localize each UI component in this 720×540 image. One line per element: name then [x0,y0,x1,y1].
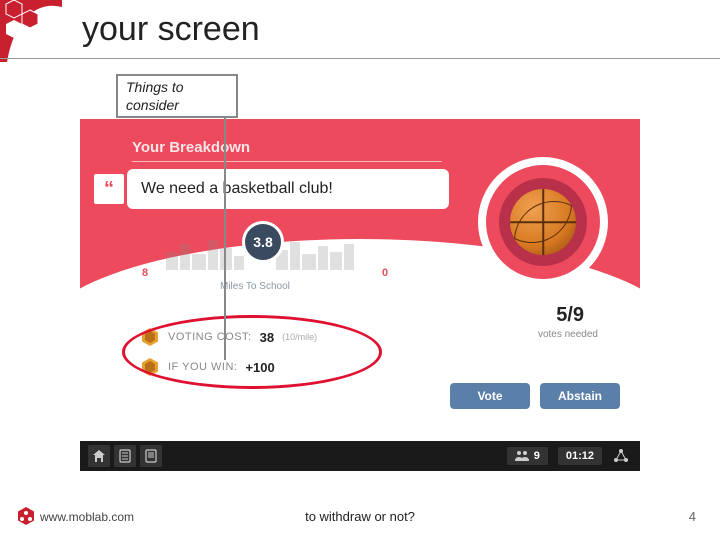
game-bottom-bar: 9 01:12 [80,441,640,471]
footer-caption: to withdraw or not? [0,509,720,524]
abstain-button[interactable]: Abstain [540,383,620,409]
breakdown-heading: Your Breakdown [132,139,250,156]
distance-value: 3.8 [253,234,272,250]
brand-hex-logo [0,0,62,62]
network-icon [612,447,630,465]
basketball-graphic [478,157,608,287]
highlight-oval [122,315,382,389]
document-icon[interactable] [140,445,162,467]
vote-button-label: Vote [477,389,502,403]
quote-icon: “ [94,174,124,204]
timer-chip: 01:12 [558,447,602,465]
abstain-button-label: Abstain [558,389,602,403]
clipboard-icon[interactable] [114,445,136,467]
callout-things-to-consider: Things to consider [116,74,238,118]
basketball-icon [510,189,576,255]
vote-button[interactable]: Vote [450,383,530,409]
breakdown-underline [132,161,442,162]
timer-value: 01:12 [566,450,594,462]
axis-left-value: 8 [142,267,148,279]
player-count-chip: 9 [507,447,548,465]
callout-line1: Things to [126,79,228,97]
axis-label: Miles To School [220,281,290,292]
player-count: 9 [534,450,540,462]
callout-line2: consider [126,97,228,115]
votes-fraction: 5/9 [556,304,584,327]
distance-badge: 3.8 [242,221,284,263]
speech-text: We need a basketball club! [141,180,333,198]
people-icon [515,450,529,462]
speech-bubble: We need a basketball club! [127,169,449,209]
votes-needed-label: votes needed [538,329,598,340]
game-screenshot: Your Breakdown “ We need a basketball cl… [80,119,640,471]
title-underline [0,58,720,59]
page-number: 4 [689,509,696,524]
axis-right-value: 0 [382,267,388,279]
callout-pointer-line [224,118,226,360]
slide-title: your screen [82,10,260,49]
home-icon[interactable] [88,445,110,467]
